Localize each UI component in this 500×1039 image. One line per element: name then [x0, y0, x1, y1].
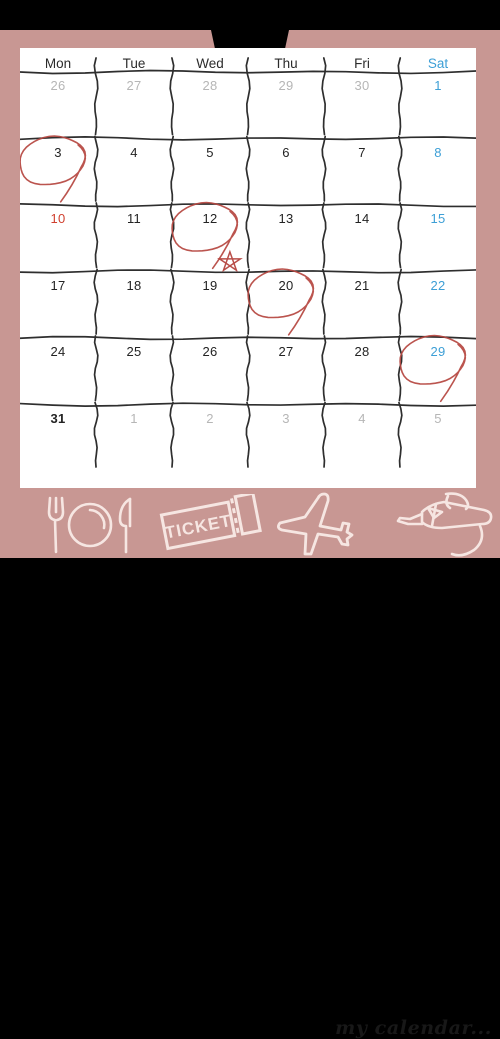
day-number: 1	[130, 410, 138, 426]
day-cell[interactable]: 28	[324, 338, 400, 405]
day-cell[interactable]: 19	[172, 272, 248, 339]
day-number: 13	[278, 211, 294, 226]
day-number: 24	[50, 344, 66, 359]
top-black-bar	[0, 0, 500, 30]
day-cell[interactable]: 29	[400, 338, 476, 405]
day-cell[interactable]: 25	[96, 338, 172, 405]
signature-text: my calendar...	[335, 1017, 492, 1039]
day-number: 5	[434, 410, 442, 426]
day-number: 17	[50, 277, 66, 293]
day-number: 30	[354, 78, 370, 93]
day-number: 4	[358, 410, 366, 426]
day-cell[interactable]: 29	[248, 72, 324, 139]
day-number: 3	[282, 410, 290, 426]
footer-icon-strip: TICKET my calendar...	[0, 488, 500, 1039]
day-cell[interactable]: 18	[96, 272, 172, 339]
day-cell[interactable]: 6	[248, 139, 324, 206]
day-number: 3	[54, 144, 62, 160]
day-cell[interactable]: 15	[400, 205, 476, 272]
day-number: 22	[430, 277, 446, 293]
day-number: 14	[354, 211, 370, 226]
day-number: 12	[202, 211, 218, 226]
day-cell[interactable]: 14	[324, 205, 400, 272]
day-cell[interactable]: 1	[96, 405, 172, 472]
day-number: 18	[126, 277, 142, 293]
day-cell[interactable]: 1	[400, 72, 476, 139]
day-cell[interactable]: 27	[248, 338, 324, 405]
day-number: 28	[202, 78, 218, 93]
dining-icon	[47, 496, 132, 554]
day-cell[interactable]: 5	[400, 405, 476, 472]
day-cell[interactable]: 11	[96, 205, 172, 272]
day-number: 19	[202, 277, 218, 293]
day-number: 15	[430, 211, 446, 226]
day-cell[interactable]: 24	[20, 338, 96, 405]
day-cell[interactable]: 21	[324, 272, 400, 339]
day-number: 10	[50, 211, 66, 226]
day-cell[interactable]: 4	[324, 405, 400, 472]
day-cell[interactable]: 26	[20, 72, 96, 139]
day-cell[interactable]: 26	[172, 338, 248, 405]
day-number: 11	[126, 211, 142, 226]
day-number: 27	[126, 78, 142, 93]
day-cell[interactable]: 7	[324, 139, 400, 206]
day-grid: 26 27 28 29 30 1 3 4 5 6 7 8 10 11 12 13 14 15 17 18 19 20 21 2…	[20, 48, 476, 488]
day-number: 28	[354, 344, 370, 359]
day-cell[interactable]: 5	[172, 139, 248, 206]
day-number: 6	[282, 144, 290, 160]
day-cell[interactable]: 13	[248, 205, 324, 272]
bottom-black-bar	[0, 558, 500, 566]
champagne-icon	[396, 492, 493, 557]
day-cell[interactable]: 31	[20, 405, 96, 472]
day-number: 8	[434, 144, 442, 160]
day-cell[interactable]: 3	[248, 405, 324, 472]
day-number: 27	[278, 344, 294, 359]
day-number: 26	[202, 344, 218, 359]
day-number: 26	[50, 78, 66, 93]
day-cell[interactable]: 2	[172, 405, 248, 472]
airplane-icon	[277, 492, 354, 556]
day-cell[interactable]: 10	[20, 205, 96, 272]
day-number: 1	[434, 78, 442, 93]
day-number: 2	[206, 410, 214, 426]
day-cell[interactable]: 20	[248, 272, 324, 339]
day-cell[interactable]: 27	[96, 72, 172, 139]
day-cell[interactable]: 4	[96, 139, 172, 206]
day-cell[interactable]: 12	[172, 205, 248, 272]
day-number: 4	[130, 144, 138, 160]
ticket-icon: TICKET	[159, 494, 262, 551]
day-cell[interactable]: 17	[20, 272, 96, 339]
day-number: 29	[430, 344, 446, 359]
day-cell[interactable]: 22	[400, 272, 476, 339]
day-number: 29	[278, 78, 294, 93]
day-number: 21	[354, 277, 370, 293]
day-cell[interactable]: 8	[400, 139, 476, 206]
day-cell[interactable]: 28	[172, 72, 248, 139]
day-cell[interactable]: 3	[20, 139, 96, 206]
day-number: 20	[278, 277, 294, 293]
day-cell[interactable]: 30	[324, 72, 400, 139]
day-number: 25	[126, 344, 142, 359]
day-number: 5	[206, 144, 214, 160]
calendar-sheet: Mon Tue Wed Thu Fri Sat 26 27 28 29 30 1 3 4 5 6 7 8 10 11…	[20, 48, 476, 488]
day-number: 31	[50, 410, 66, 426]
day-number: 7	[358, 144, 366, 160]
calendar-poster: Mon Tue Wed Thu Fri Sat 26 27 28 29 30 1 3 4 5 6 7 8 10 11…	[0, 0, 500, 1039]
